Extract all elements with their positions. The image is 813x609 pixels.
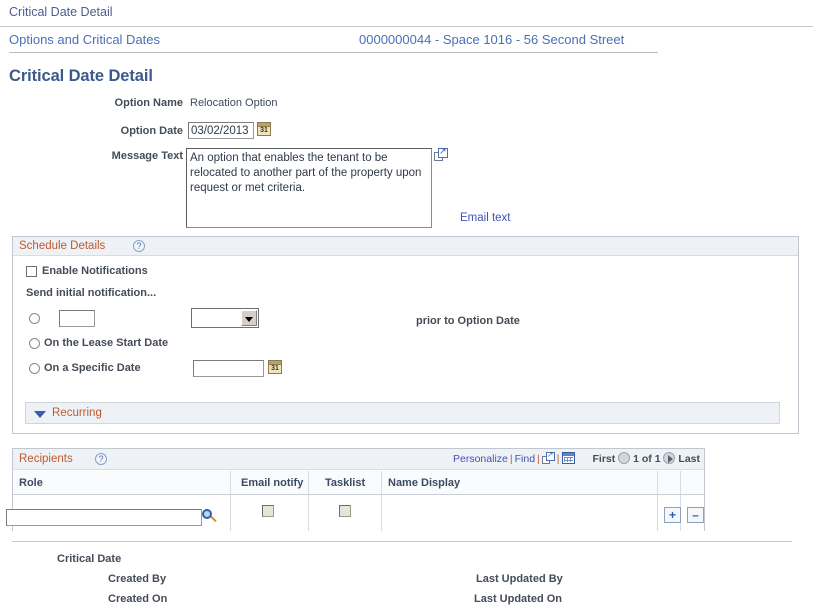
toolbar-separator: |: [537, 453, 540, 465]
calendar-icon[interactable]: 31: [268, 360, 282, 374]
prev-arrow-icon[interactable]: [618, 452, 630, 464]
radio-specific-date-label: On a Specific Date: [44, 362, 141, 374]
specific-date-input[interactable]: [193, 360, 264, 377]
radio-lease-start-date-label: On the Lease Start Date: [44, 337, 168, 349]
schedule-details-title: Schedule Details: [19, 240, 105, 252]
email-text-link[interactable]: Email text: [460, 212, 511, 224]
next-arrow-icon[interactable]: [663, 452, 675, 464]
find-link[interactable]: Find: [515, 453, 535, 465]
first-link[interactable]: First: [593, 453, 616, 465]
search-icon-handle: [210, 516, 216, 522]
email-notify-checkbox[interactable]: [262, 505, 274, 517]
option-name-value: Relocation Option: [190, 97, 277, 109]
table-row-cell-tasklist: [309, 495, 382, 531]
search-icon[interactable]: [202, 509, 218, 525]
last-link[interactable]: Last: [678, 453, 700, 465]
page-indicator: 1 of 1: [633, 453, 660, 465]
expand-window-icon[interactable]: [542, 452, 555, 464]
calendar-icon-day: 31: [269, 364, 281, 374]
column-header-email-notify: Email notify: [231, 471, 309, 495]
radio-lease-start-date[interactable]: [29, 338, 40, 349]
recipients-header: Recipients ? Personalize|Find||First 1 o…: [13, 449, 704, 470]
option-date-label: Option Date: [18, 125, 183, 137]
radio-specific-date[interactable]: [29, 363, 40, 374]
window-title: Critical Date Detail: [9, 5, 113, 19]
column-header-role: Role: [13, 471, 231, 495]
delete-row-button[interactable]: –: [687, 507, 704, 523]
column-header-role-label: Role: [19, 477, 43, 489]
table-row-cell-name-display: [382, 495, 658, 531]
enable-notifications-label: Enable Notifications: [42, 265, 148, 277]
column-header-name-display: Name Display: [382, 471, 658, 495]
chevron-down-icon: [241, 310, 257, 326]
window-title-bar: Critical Date Detail: [0, 0, 813, 27]
critical-date-detail-page: Critical Date Detail Options and Critica…: [0, 0, 813, 609]
radio-lead-time[interactable]: [29, 313, 40, 324]
help-icon-glyph: ?: [134, 240, 144, 252]
grid-toolbar: Personalize|Find||First 1 of 1 Last: [453, 452, 700, 468]
prior-to-option-date-label: prior to Option Date: [416, 315, 520, 327]
schedule-details-header: Schedule Details ?: [13, 237, 798, 256]
delete-row-button-label: –: [688, 507, 703, 523]
footer-divider: [12, 541, 792, 542]
personalize-link[interactable]: Personalize: [453, 453, 508, 465]
option-name-label: Option Name: [18, 97, 183, 109]
send-initial-notification-label: Send initial notification...: [26, 287, 156, 299]
tasklist-checkbox[interactable]: [339, 505, 351, 517]
expand-icon-front: [438, 148, 448, 158]
help-icon[interactable]: ?: [95, 453, 107, 465]
column-header-delete: [681, 471, 704, 495]
column-header-tasklist-label: Tasklist: [325, 477, 365, 489]
lead-time-unit-select[interactable]: [191, 308, 259, 328]
message-text-area[interactable]: [186, 148, 432, 228]
enable-notifications-checkbox[interactable]: [26, 266, 37, 277]
table-row-cell-email-notify: [231, 495, 309, 531]
lead-time-input[interactable]: [59, 310, 95, 327]
chevron-down-icon: [34, 411, 46, 418]
footer-last-updated-by-label: Last Updated By: [476, 573, 563, 585]
footer-last-updated-on-label: Last Updated On: [474, 593, 562, 605]
calendar-icon[interactable]: 31: [257, 122, 271, 136]
download-grid-icon[interactable]: [562, 452, 575, 464]
footer-created-on-label: Created On: [108, 593, 167, 605]
add-row-button-label: +: [665, 507, 680, 523]
column-header-name-display-label: Name Display: [388, 477, 460, 489]
toolbar-separator: |: [557, 453, 560, 465]
role-input[interactable]: [6, 509, 202, 526]
grid-pager: First 1 of 1 Last: [593, 453, 700, 465]
expand-icon-front: [546, 452, 555, 461]
footer-critical-date-label: Critical Date: [57, 553, 121, 565]
footer-created-by-label: Created By: [108, 573, 166, 585]
help-icon-glyph: ?: [96, 453, 106, 465]
calendar-icon-day: 31: [258, 126, 270, 136]
toolbar-separator: |: [510, 453, 513, 465]
expand-window-icon[interactable]: [434, 148, 448, 161]
column-header-email-notify-label: Email notify: [241, 477, 303, 489]
page-title: Critical Date Detail: [9, 67, 153, 86]
recurring-section-toggle[interactable]: Recurring: [25, 402, 780, 424]
column-header-tasklist: Tasklist: [309, 471, 382, 495]
breadcrumb-link-options-and-critical-dates[interactable]: Options and Critical Dates: [9, 32, 160, 47]
add-row-button[interactable]: +: [664, 507, 681, 523]
breadcrumb-divider: [9, 52, 658, 53]
option-date-input[interactable]: [188, 122, 254, 139]
recurring-label: Recurring: [52, 407, 102, 419]
message-text-label: Message Text: [18, 150, 183, 162]
help-icon[interactable]: ?: [133, 240, 145, 252]
breadcrumb-link-lease-context[interactable]: 0000000044 - Space 1016 - 56 Second Stre…: [359, 32, 624, 47]
breadcrumb: Options and Critical Dates 0000000044 - …: [0, 28, 813, 55]
recipients-title: Recipients: [19, 453, 73, 465]
column-header-add: [658, 471, 681, 495]
